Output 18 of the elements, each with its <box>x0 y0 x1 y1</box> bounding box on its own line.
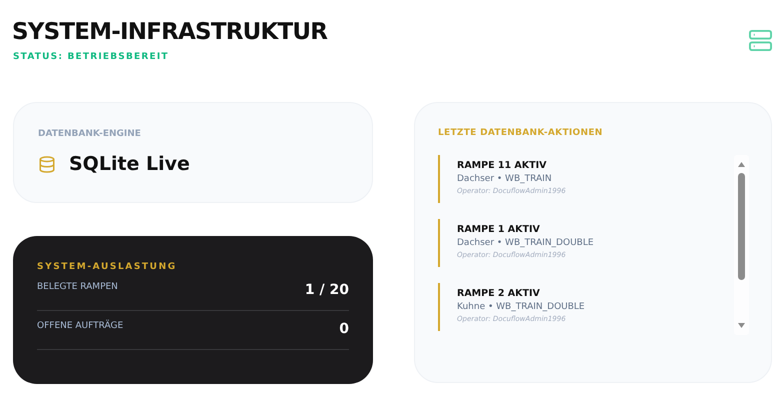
page-title: SYSTEM-INFRASTRUKTUR <box>12 18 328 46</box>
action-title: RAMPE 2 AKTIV <box>457 288 541 299</box>
stat-label: OFFENE AUFTRÄGE <box>37 321 124 331</box>
engine-value: SQLite Live <box>69 153 190 175</box>
action-detail: Kuhne • WB_TRAIN_DOUBLE <box>457 302 586 312</box>
action-title: RAMPE 11 AKTIV <box>457 160 548 171</box>
status-text: STATUS: BETRIEBSBEREIT <box>13 52 170 62</box>
database-icon <box>38 154 56 174</box>
stat-value: 1 / 20 <box>304 282 349 298</box>
stat-value: 0 <box>339 321 349 337</box>
action-title: RAMPE 1 AKTIV <box>457 224 541 235</box>
actions-title: LETZTE DATENBANK-AKTIONEN <box>438 128 604 138</box>
load-title: SYSTEM-AUSLASTUNG <box>37 262 178 272</box>
stat-label: BELEGTE RAMPEN <box>37 282 118 292</box>
action-detail: Dachser • WB_TRAIN <box>457 174 553 184</box>
engine-label: DATENBANK-ENGINE <box>38 129 142 139</box>
action-detail: Dachser • WB_TRAIN_DOUBLE <box>457 238 594 248</box>
server-icon <box>749 29 772 52</box>
